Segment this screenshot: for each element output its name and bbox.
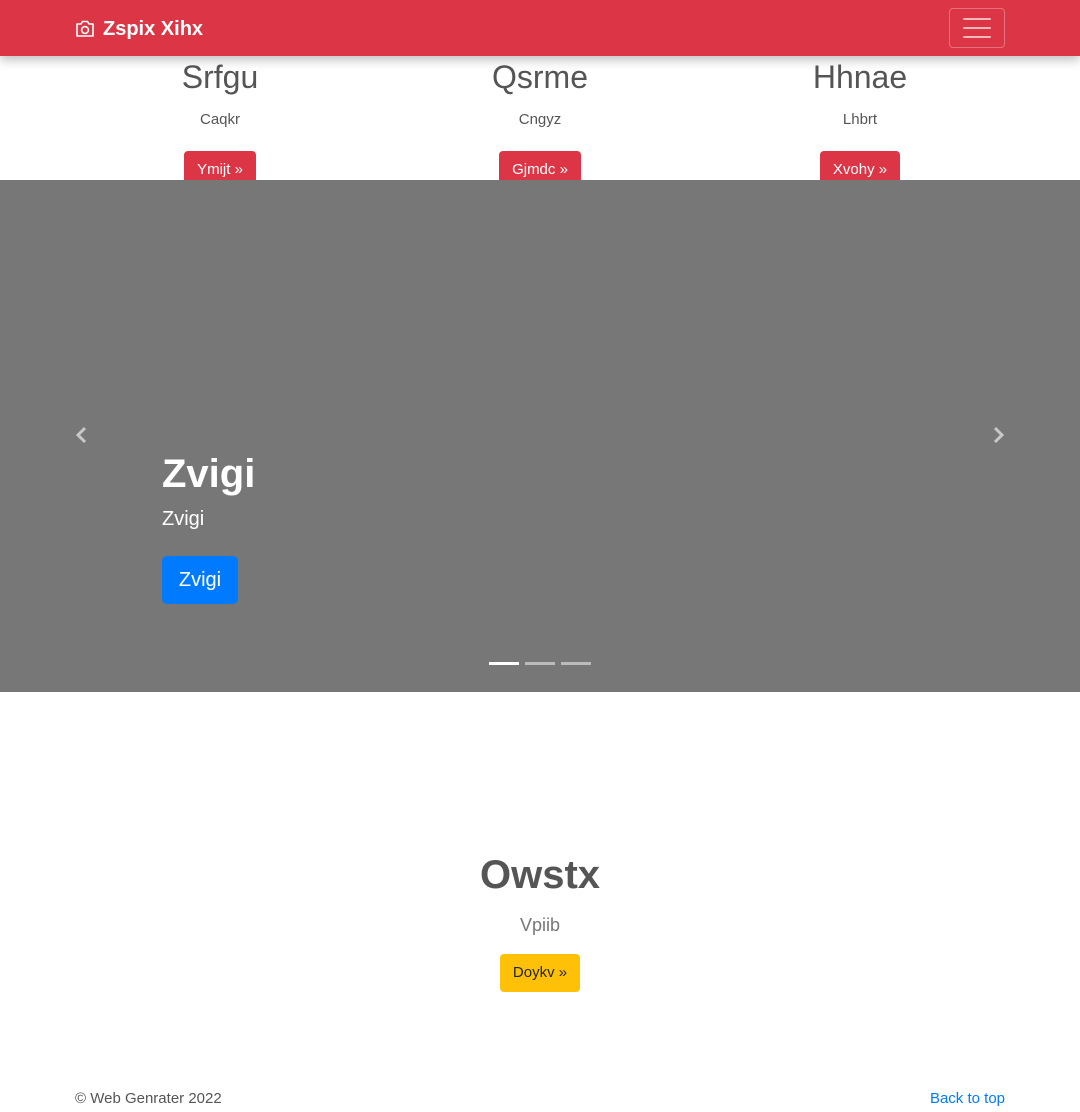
carousel-indicators <box>489 662 591 665</box>
brand-link[interactable]: Zspix Xihx <box>75 16 203 42</box>
carousel-button[interactable]: Zvigi <box>162 556 238 604</box>
feature-title: Srfgu <box>181 59 259 95</box>
feature-column: Qsrme Cngyz Gjmdc » <box>380 56 700 189</box>
carousel-text: Zvigi <box>162 508 205 530</box>
footer: © Web Genrater 2022 Back to top <box>0 1088 1080 1112</box>
featurette-button[interactable]: Doykv » <box>499 954 581 992</box>
feature-title: Qsrme <box>492 59 588 95</box>
hamburger-menu-icon <box>963 18 991 20</box>
carousel: Zvigi Zvigi Zvigi <box>0 180 1080 692</box>
feature-column: Srfgu Caqkr Ymijt » <box>60 56 380 189</box>
featurette-text: Vpiib <box>519 915 561 935</box>
navbar-toggler-button[interactable] <box>949 8 1005 48</box>
carousel-next-button[interactable] <box>988 425 1008 445</box>
featurette-title: Owstx <box>479 853 601 897</box>
chevron-left-icon <box>75 426 87 444</box>
feature-text: Cngyz <box>518 111 562 128</box>
carousel-indicator[interactable] <box>561 662 591 665</box>
camera-icon <box>76 20 94 37</box>
copyright-text: © Web Genrater 2022 <box>75 1090 222 1107</box>
carousel-indicator[interactable] <box>525 662 555 665</box>
feature-text: Lhbrt <box>842 111 878 128</box>
back-to-top-link[interactable]: Back to top <box>930 1090 1005 1107</box>
featurette: Owstx Vpiib Doykv » <box>0 855 1080 992</box>
brand-name: Zspix Xihx <box>103 17 204 40</box>
feature-title: Hhnae <box>812 59 908 95</box>
carousel-prev-button[interactable] <box>72 425 92 445</box>
chevron-right-icon <box>993 426 1005 444</box>
carousel-title: Zvigi <box>162 452 256 496</box>
features-row: Srfgu Caqkr Ymijt » Qsrme Cngyz Gjmdc » … <box>0 56 1080 189</box>
carousel-caption: Zvigi Zvigi Zvigi <box>162 452 256 604</box>
navbar: Zspix Xihx <box>0 0 1080 56</box>
feature-text: Caqkr <box>199 111 240 128</box>
carousel-indicator[interactable] <box>489 662 519 665</box>
feature-column: Hhnae Lhbrt Xvohy » <box>700 56 1020 189</box>
